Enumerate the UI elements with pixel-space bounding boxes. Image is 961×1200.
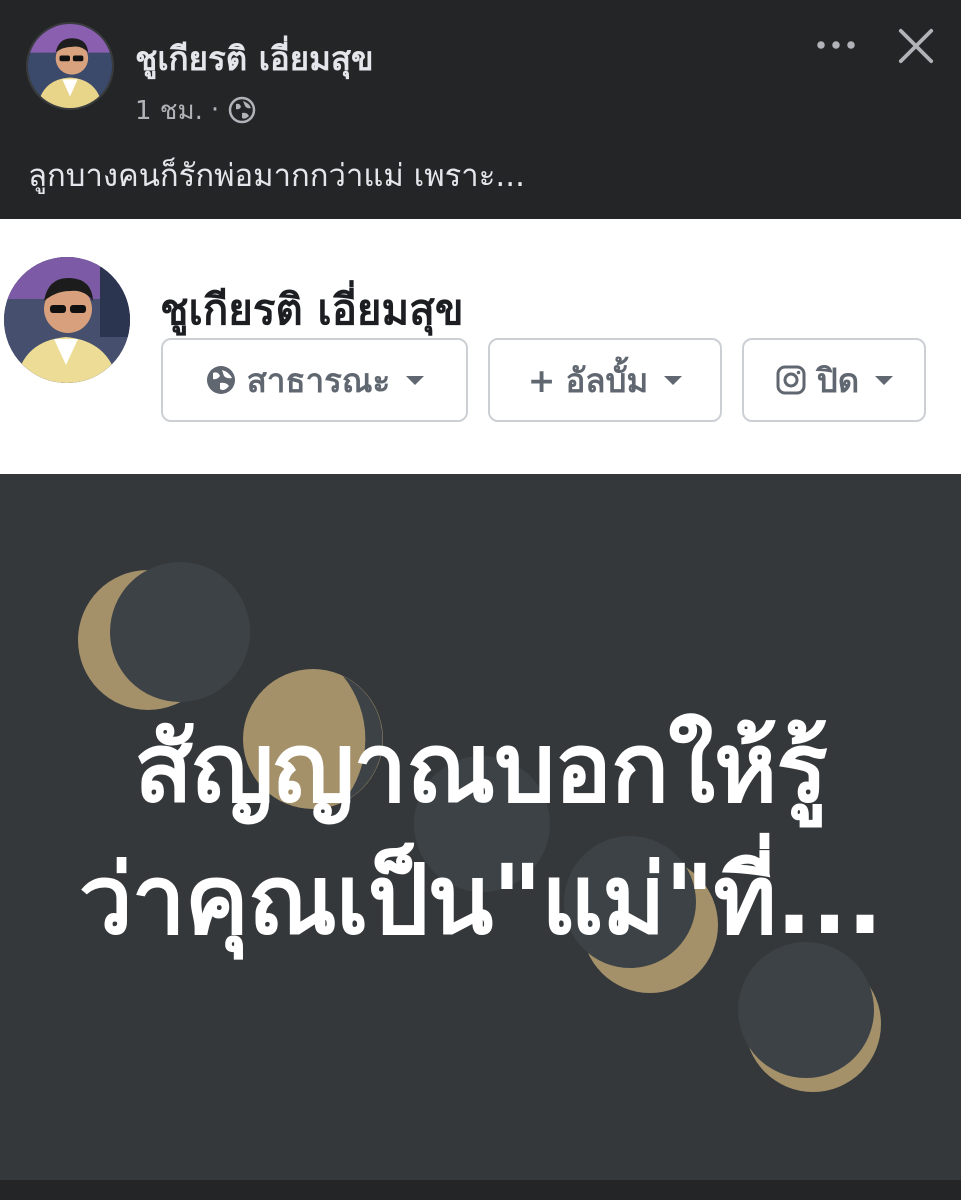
privacy-selector[interactable]: สาธารณะ [161, 338, 468, 422]
headline-line-1: สัญญาณบอกให้รู้ [134, 712, 828, 824]
post-header: ชูเกียรติ เอี่ยมสุข 1 ชม. · ลูกบางคนก็รั… [0, 0, 961, 218]
composer-author-name: ชูเกียรติ เอี่ยมสุข [160, 285, 464, 334]
album-selector[interactable]: + อัลบั้ม [488, 338, 722, 422]
bottom-strip [0, 1180, 961, 1200]
caret-down-icon [406, 375, 425, 385]
more-options-icon [817, 41, 855, 49]
shared-composer-screenshot: ชูเกียรติ เอี่ยมสุข สาธารณะ + อัลบั้ม ปิ… [0, 219, 961, 474]
more-options-button[interactable] [812, 28, 860, 62]
author-avatar[interactable] [26, 22, 114, 110]
post-image[interactable]: สัญญาณบอกให้รู้ ว่าคุณเป็น"แม่"ที่... [0, 474, 961, 1180]
close-icon [898, 28, 934, 64]
caret-down-icon [664, 375, 683, 385]
avatar-photo [28, 24, 112, 108]
avatar-photo [4, 257, 130, 383]
instagram-toggle[interactable]: ปิด [742, 338, 926, 422]
caret-down-icon [875, 375, 894, 385]
meta-separator: · [210, 95, 220, 125]
post-time[interactable]: 1 ชม. [135, 90, 203, 131]
instagram-label: ปิด [816, 360, 860, 400]
headline-line-2: ว่าคุณเป็น"แม่"ที่... [78, 844, 883, 956]
plus-icon: + [527, 360, 556, 400]
album-label: อัลบั้ม [565, 360, 649, 400]
author-name[interactable]: ชูเกียรติ เอี่ยมสุข [135, 32, 374, 85]
composer-avatar [4, 257, 130, 383]
post-meta: 1 ชม. · [135, 90, 257, 130]
globe-icon [227, 95, 257, 125]
post-caption: ลูกบางคนก็รักพ่อมากกว่าแม่ เพราะ... [28, 158, 525, 194]
globe-icon [206, 366, 235, 394]
close-button[interactable] [890, 20, 942, 72]
privacy-label: สาธารณะ [246, 360, 391, 400]
instagram-icon [776, 365, 806, 395]
